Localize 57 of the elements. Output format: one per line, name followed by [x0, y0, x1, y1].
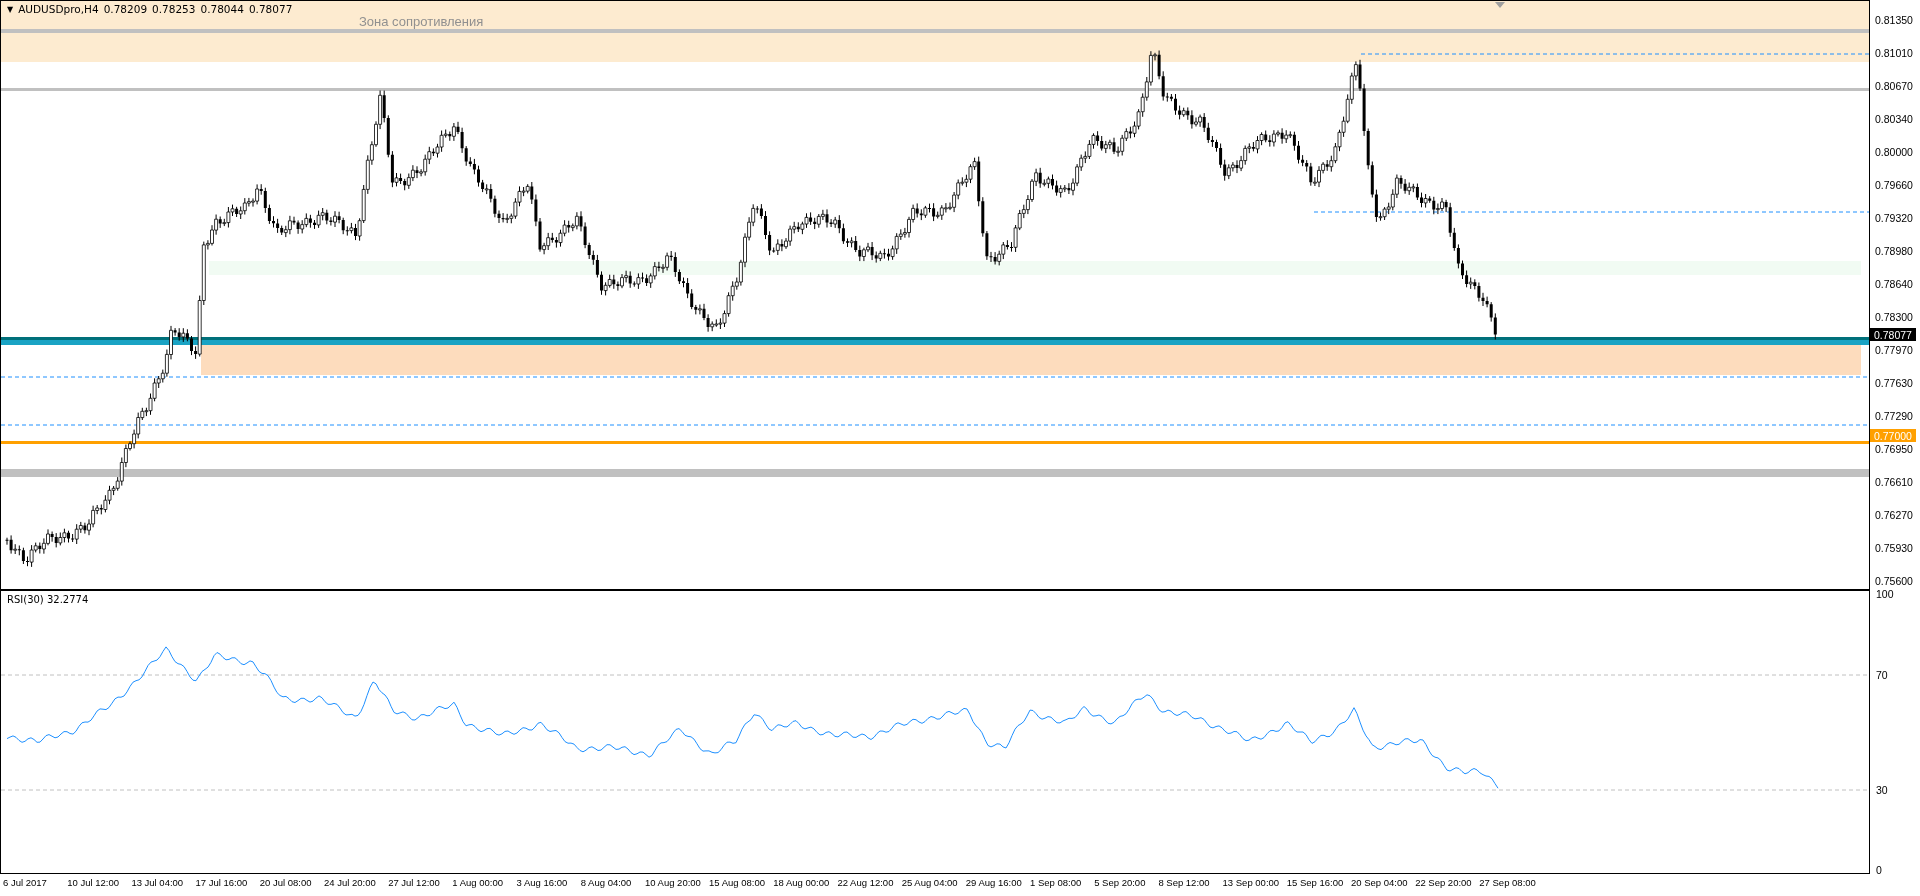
indicator-label: RSI(30) 32.2774: [7, 594, 89, 605]
time-label: 6 Jul 2017: [3, 877, 48, 888]
time-label: 3 Aug 16:00: [516, 877, 569, 888]
price-label: 0.77290: [1874, 409, 1913, 423]
price-value: 0.78253: [152, 3, 196, 15]
price-marker: 0.78077: [1870, 328, 1916, 341]
symbol-label: AUDUSDpro,H4: [18, 3, 99, 15]
shift-marker-icon[interactable]: [1495, 2, 1505, 8]
time-label: 29 Aug 16:00: [965, 877, 1023, 888]
zone-label: Зона сопротивления: [359, 14, 484, 29]
price-label: 0.76950: [1874, 442, 1913, 456]
time-label: 1 Aug 00:00: [452, 877, 505, 888]
time-label: 27 Sep 08:00: [1479, 877, 1537, 888]
time-label: 15 Aug 08:00: [709, 877, 767, 888]
price-label: 0.80000: [1874, 145, 1913, 159]
price-label: 0.78640: [1874, 277, 1913, 291]
price-label: 0.75600: [1874, 574, 1913, 588]
time-label: 10 Jul 12:00: [67, 877, 120, 888]
time-label: 8 Aug 04:00: [580, 877, 633, 888]
price-label: 0.78300: [1874, 310, 1913, 324]
price-label: 0.76270: [1874, 508, 1913, 522]
price-value: 0.78044: [200, 3, 244, 15]
price-marker: 0.77000: [1870, 429, 1916, 442]
indicator-tick: 100: [1876, 588, 1894, 600]
price-label: 0.79320: [1874, 211, 1913, 225]
price-label: 0.77970: [1874, 343, 1913, 357]
time-label: 24 Jul 20:00: [323, 877, 377, 888]
time-label: 17 Jul 16:00: [195, 877, 249, 888]
price-value: 0.78077: [248, 3, 293, 15]
time-label: 8 Sep 12:00: [1158, 877, 1211, 888]
price-label: 0.76610: [1874, 475, 1913, 489]
price-label: 0.81010: [1874, 46, 1913, 60]
time-label: 13 Jul 04:00: [131, 877, 185, 888]
time-label: 27 Jul 12:00: [388, 877, 441, 888]
time-label: 20 Sep 04:00: [1350, 877, 1409, 888]
time-label: 10 Aug 20:00: [644, 877, 702, 888]
time-label: 25 Aug 04:00: [901, 877, 959, 888]
price-label: 0.79660: [1874, 178, 1913, 192]
price-value: 0.78209: [103, 3, 148, 15]
time-label: 22 Aug 12:00: [837, 877, 895, 888]
price-label: 0.78980: [1874, 244, 1913, 258]
indicator-tick: 70: [1876, 669, 1888, 681]
price-label: 0.80340: [1874, 112, 1913, 126]
collapse-icon[interactable]: ▼: [7, 4, 14, 14]
time-label: 20 Jul 08:00: [259, 877, 313, 888]
time-label: 5 Sep 20:00: [1094, 877, 1147, 888]
time-label: 1 Sep 08:00: [1030, 877, 1083, 888]
price-label: 0.75930: [1874, 541, 1913, 555]
indicator-tick: 0: [1876, 864, 1882, 876]
price-label: 0.77630: [1874, 376, 1913, 390]
time-label: 18 Aug 00:00: [773, 877, 831, 888]
indicator-tick: 30: [1876, 784, 1888, 796]
time-label: 15 Sep 16:00: [1286, 877, 1345, 888]
price-label: 0.81350: [1874, 13, 1913, 27]
price-label: 0.80670: [1874, 79, 1913, 93]
time-label: 22 Sep 20:00: [1415, 877, 1473, 888]
time-label: 13 Sep 00:00: [1222, 877, 1281, 888]
